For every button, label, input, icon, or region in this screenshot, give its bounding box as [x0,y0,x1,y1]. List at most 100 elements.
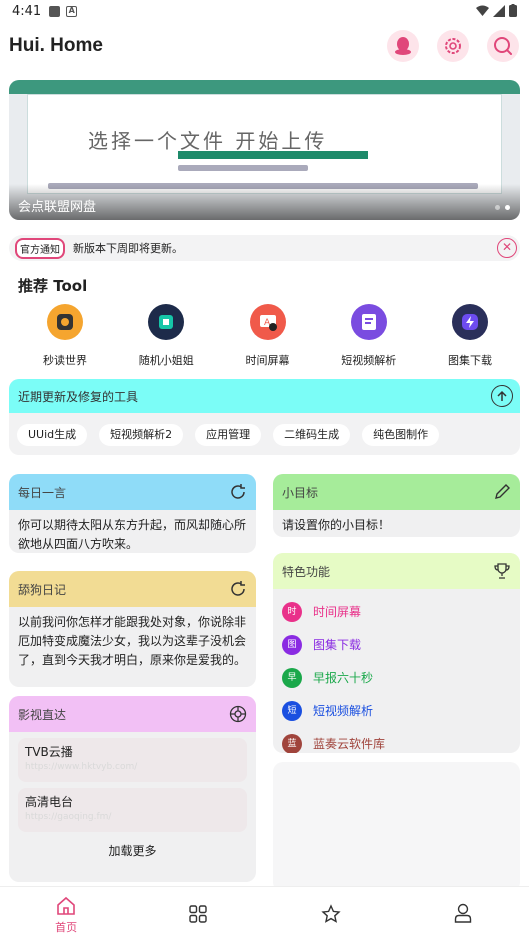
feature-item[interactable]: 早 早报六十秒 [273,661,520,694]
nav-home[interactable]: 首页 [0,887,132,940]
video-url: https://www.hktvyb.com/ [25,762,138,772]
feature-icon: 短 [282,700,302,721]
chip[interactable]: 短视频解析2 [99,424,184,446]
tool-item[interactable]: 秒读世界 [25,304,105,370]
video-parse-icon [350,304,387,340]
feature-icon: 时 [282,601,302,622]
feature-label: 早报六十秒 [313,671,374,685]
goal-text: 请设置你的小目标！ [282,518,391,532]
tool-label: 图集下载 [448,354,492,367]
settings-button[interactable] [437,30,469,62]
daily-quote-header: 每日一言 [9,474,256,510]
features-title: 特色功能 [282,564,331,579]
tool-label: 随机小姐姐 [138,354,194,367]
chip[interactable]: UUid生成 [17,424,88,446]
recent-tools-card: 近期更新及修复的工具 UUid生成 短视频解析2 应用管理 二维码生成 纯色图制… [9,379,520,455]
close-icon[interactable]: ✕ [497,238,517,258]
user-icon [454,903,472,923]
search-icon [494,37,512,55]
video-url: https://gaoqing.fm/ [25,812,112,822]
banner-topbar [9,80,520,94]
carousel-dots [495,205,510,210]
nav-favorites[interactable] [265,887,397,940]
grid-icon [189,905,208,923]
tool-item[interactable]: 随机小姐姐 [126,304,206,370]
search-button[interactable] [487,30,519,62]
random-girl-icon [148,304,185,340]
refresh-icon[interactable] [228,482,248,502]
home-icon [57,896,75,915]
feature-label: 图集下载 [313,638,362,652]
tool-item[interactable]: A 时间屏幕 [228,304,308,370]
tool-item[interactable]: 短视频解析 [329,304,409,370]
edit-icon[interactable] [492,482,512,502]
signal-icon [493,4,505,17]
recent-tools-title: 近期更新及修复的工具 [18,389,139,404]
feature-icon: 早 [282,667,302,688]
tool-row: 秒读世界 随机小姐姐 A 时间屏幕 短视频解析 图集下载 [9,304,520,370]
app-header: Hui. Home [0,24,529,68]
goal-title: 小目标 [282,485,319,500]
video-item[interactable]: TVB云播 https://www.hktvyb.com/ [18,738,247,782]
banner-carousel[interactable]: 选择一个文件 开始上传 会点联盟网盘 [9,80,520,220]
status-right [476,4,517,17]
tool-label: 时间屏幕 [245,354,290,367]
qq-button[interactable] [387,30,419,62]
notification-icon [49,5,61,17]
feature-item[interactable]: 时 时间屏幕 [273,595,520,628]
features-list: 时 时间屏幕 图 图集下载 早 早报六十秒 短 短视频解析 蓝 蓝奏云软件库 [273,589,520,753]
recommend-title: 推荐 Tool [18,277,88,295]
notice-bar[interactable]: 官方通知 新版本下周即将更新。 ✕ [9,235,520,261]
chip[interactable]: 纯色图制作 [362,424,440,446]
video-name: 高清电台 [25,795,74,809]
diary-text: 以前我问你怎样才能跟我处对象，你说除非厄加特变成魔法少女，我以为这辈子没机会了，… [18,615,247,667]
empty-card [273,762,520,892]
diary-title: 舔狗日记 [18,582,67,597]
video-item[interactable]: 高清电台 https://gaoqing.fm/ [18,788,247,832]
load-more-button[interactable]: 加载更多 [9,842,256,859]
arrow-up-icon[interactable] [491,385,513,407]
recent-tools-header: 近期更新及修复的工具 [9,379,520,413]
feature-item[interactable]: 蓝 蓝奏云软件库 [273,727,520,753]
nav-apps[interactable] [132,887,264,940]
bottom-nav: 首页 [0,886,529,940]
video-header: 影视直达 [9,696,256,732]
nav-profile[interactable] [397,887,529,940]
diary-card: 舔狗日记 以前我问你怎样才能跟我处对象，你说除非厄加特变成魔法少女，我以为这辈子… [9,571,256,687]
read-world-icon [47,304,83,340]
qq-icon [395,37,411,55]
features-card: 特色功能 时 时间屏幕 图 图集下载 早 早报六十秒 短 短视频解析 蓝 蓝奏云… [273,553,520,753]
trophy-icon [492,561,512,581]
daily-quote-text: 你可以期待太阳从东方升起，而风却随心所欲地从四面八方吹来。 [18,518,247,551]
video-card: 影视直达 TVB云播 https://www.hktvyb.com/ 高清电台 … [9,696,256,882]
status-time: 4:41 [12,3,42,19]
time-screen-icon: A [249,304,286,340]
wifi-icon [476,5,489,16]
features-header: 特色功能 [273,553,520,589]
video-name: TVB云播 [25,745,73,759]
chip[interactable]: 二维码生成 [273,424,351,446]
feature-label: 短视频解析 [313,704,374,718]
tool-item[interactable]: 图集下载 [430,304,510,370]
chip[interactable]: 应用管理 [195,424,262,446]
nav-home-label: 首页 [55,921,78,934]
app-title: Hui. Home [9,35,103,56]
notice-message: 新版本下周即将更新。 [73,242,183,255]
notice-tag: 官方通知 [15,237,65,259]
banner-doc-bar [178,151,368,159]
banner-image: 选择一个文件 开始上传 [27,94,502,194]
settings-icon [445,38,461,54]
goal-card: 小目标 请设置你的小目标！ [273,474,520,537]
banner-doc-text: 选择一个文件 开始上传 [88,129,328,153]
carousel-dot-active [505,205,510,210]
tool-label: 秒读世界 [43,354,87,367]
feature-label: 蓝奏云软件库 [313,737,386,751]
feature-item[interactable]: 图 图集下载 [273,628,520,661]
a-notification-icon: A [66,5,78,17]
video-list: TVB云播 https://www.hktvyb.com/ 高清电台 https… [9,732,256,832]
refresh-icon[interactable] [228,579,248,599]
tool-label: 短视频解析 [341,354,397,367]
compass-icon[interactable] [228,704,248,724]
feature-item[interactable]: 短 短视频解析 [273,694,520,727]
diary-header: 舔狗日记 [9,571,256,607]
